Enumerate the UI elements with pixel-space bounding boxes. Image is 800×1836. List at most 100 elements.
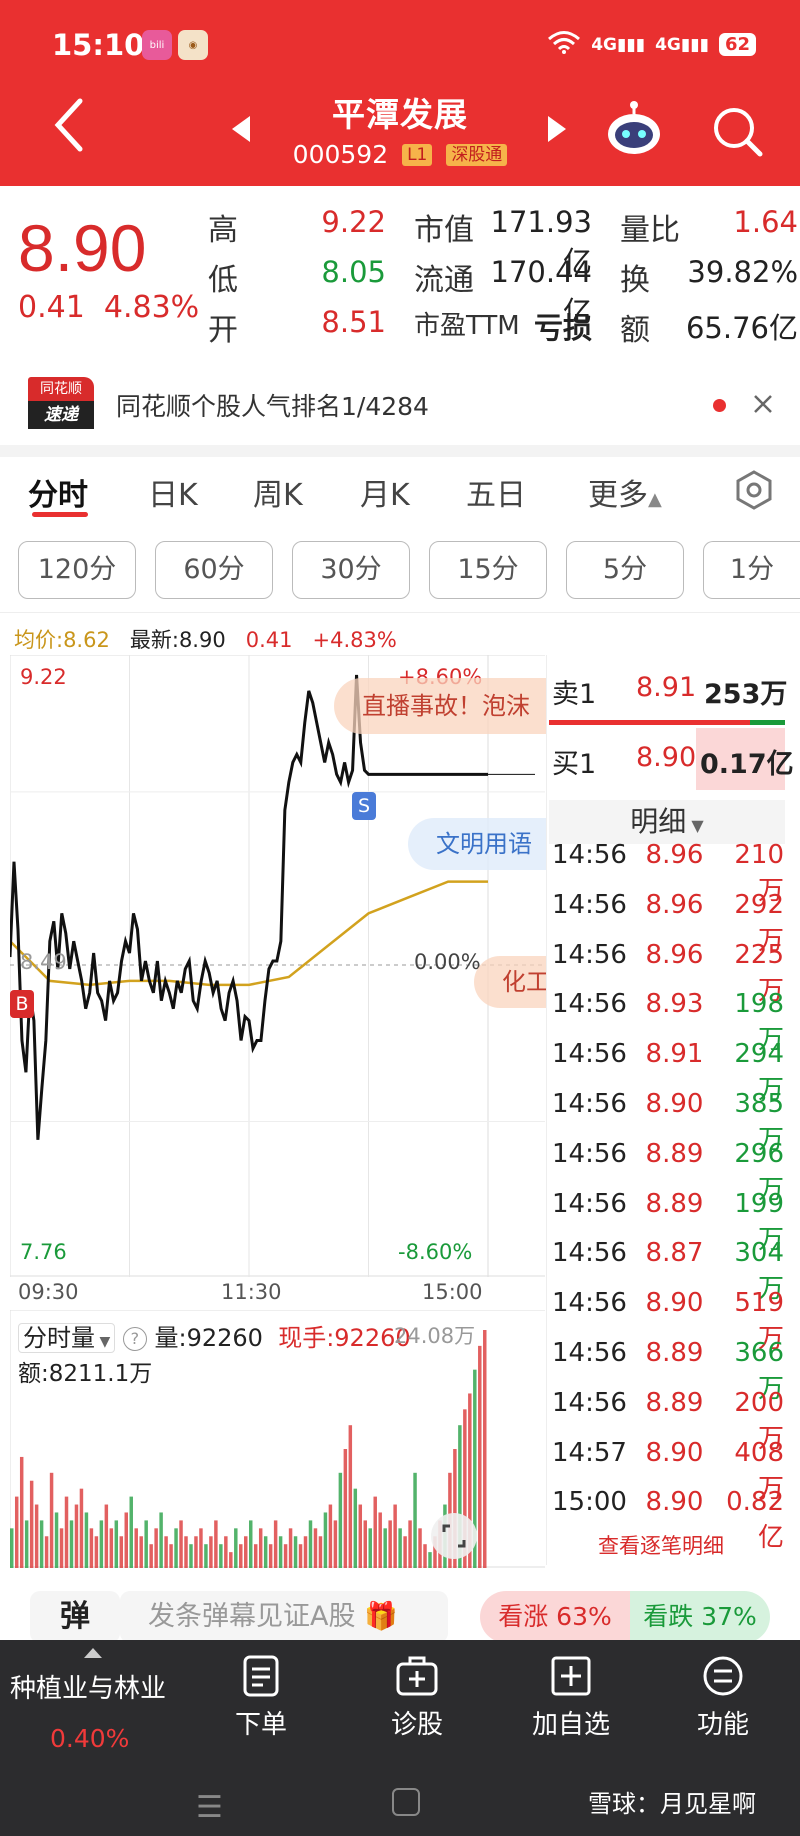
plus-square-icon xyxy=(551,1656,591,1696)
tab-intraday[interactable]: 分时 xyxy=(28,470,88,514)
menu-circle-icon xyxy=(703,1656,743,1696)
volume-bar xyxy=(303,1536,308,1568)
volume-bar xyxy=(318,1536,323,1568)
volume-bar xyxy=(478,1345,482,1568)
high-label: 高 xyxy=(208,213,238,248)
trade-time: 14:56 xyxy=(552,939,627,970)
home-icon[interactable] xyxy=(392,1788,420,1816)
trade-time: 14:56 xyxy=(552,1188,627,1219)
close-icon[interactable] xyxy=(752,393,774,415)
more-detail-link[interactable]: 查看逐笔明细 xyxy=(598,1530,724,1560)
sell1-label: 卖1 xyxy=(552,679,597,710)
nav-add-watchlist[interactable]: 加自选 xyxy=(524,1655,618,1741)
trade-time: 14:56 xyxy=(552,1288,627,1319)
danmaku-bubble[interactable]: 直播事故！泡沫 xyxy=(334,678,546,734)
volratio-value: 1.64 xyxy=(733,205,798,239)
volume-bar xyxy=(199,1528,203,1568)
amount-value: 65.76亿 xyxy=(685,311,798,345)
logo-bottom: 速递 xyxy=(28,401,94,429)
caret-up-icon: ▲ xyxy=(648,489,662,510)
tab-daily[interactable]: 日K xyxy=(148,470,198,514)
period-15[interactable]: 15分 xyxy=(429,541,547,599)
document-icon xyxy=(243,1655,279,1697)
buy1-price: 8.90 xyxy=(636,742,697,773)
buy1-label: 买1 xyxy=(552,749,597,780)
trade-volume: 294万 xyxy=(734,1039,784,1106)
volume-bar xyxy=(179,1520,183,1568)
pe-label: 市盈TTM xyxy=(414,311,520,341)
volume-bar xyxy=(114,1520,119,1568)
volume-bar xyxy=(124,1512,128,1568)
wifi-icon xyxy=(547,30,581,59)
tonghuashun-logo: 同花顺 速递 xyxy=(28,377,94,433)
signal-label: 4G xyxy=(591,34,617,55)
settings-hex-icon[interactable] xyxy=(734,470,774,510)
search-icon[interactable] xyxy=(710,104,764,158)
volume-bar xyxy=(343,1449,348,1568)
volume-bar xyxy=(59,1528,64,1568)
volume-bar xyxy=(119,1536,124,1568)
help-icon[interactable]: ? xyxy=(122,1327,147,1351)
sector-name[interactable]: 种植业与林业 xyxy=(10,1668,166,1705)
detail-dropdown[interactable]: 明细 ▼ xyxy=(549,800,785,844)
buy-marker[interactable]: B xyxy=(10,990,34,1018)
volume-bar xyxy=(104,1504,109,1568)
danmaku-toggle[interactable]: 弹 xyxy=(30,1591,120,1643)
trade-price: 8.89 xyxy=(645,1138,704,1169)
nav-functions[interactable]: 功能 xyxy=(686,1655,760,1741)
tab-fiveday[interactable]: 五日 xyxy=(466,470,526,514)
pct-mid-label: 0.00% xyxy=(414,950,481,974)
period-30[interactable]: 30分 xyxy=(292,541,410,599)
nav-diagnose[interactable]: 诊股 xyxy=(380,1655,454,1741)
tab-weekly[interactable]: 周K xyxy=(253,470,303,514)
volume-header: 分时量 ▼ ? 量:92260 现手:92260 xyxy=(18,1318,411,1353)
volume-title: 分时量 xyxy=(23,1324,95,1352)
popularity-banner[interactable]: 同花顺 速递 同花顺个股人气排名1/4284 xyxy=(0,365,800,445)
volume-bar xyxy=(84,1512,89,1568)
trade-price: 8.96 xyxy=(645,939,704,970)
period-60[interactable]: 60分 xyxy=(155,541,273,599)
volume-bar xyxy=(224,1536,228,1568)
robot-assistant-icon[interactable] xyxy=(604,100,664,156)
volume-selector[interactable]: 分时量 ▼ xyxy=(18,1323,116,1353)
trade-price: 8.96 xyxy=(645,889,704,920)
period-120[interactable]: 120分 xyxy=(18,541,136,599)
volume-bar xyxy=(169,1544,173,1568)
open-label: 开 xyxy=(208,313,238,348)
danmaku-bubble[interactable]: 化工 xyxy=(474,956,546,1008)
signal-label-2: 4G xyxy=(655,34,681,55)
volume-bar xyxy=(19,1456,24,1568)
volume-bar xyxy=(109,1528,114,1568)
volume-bar xyxy=(129,1496,133,1568)
time-mid-label: 11:30 xyxy=(221,1280,282,1304)
y-low-label: 7.76 xyxy=(20,1240,67,1264)
nav-order[interactable]: 下单 xyxy=(224,1655,298,1741)
logo-top: 同花顺 xyxy=(28,377,94,401)
period-1[interactable]: 1分 xyxy=(703,541,800,599)
tab-indicator xyxy=(32,512,88,517)
trade-volume: 210万 xyxy=(734,840,784,906)
period-5[interactable]: 5分 xyxy=(566,541,684,599)
tab-more[interactable]: 更多▲ xyxy=(588,470,662,514)
danmaku-icon-label: 弹 xyxy=(60,1599,90,1634)
volume-bar xyxy=(363,1520,367,1568)
danmaku-bar: 弹 发条弹幕见证A股 🎁 看涨 63% 看跌 37% xyxy=(0,1585,800,1645)
amount-line: 额:8211.1万 xyxy=(18,1361,153,1387)
tab-monthly[interactable]: 月K xyxy=(360,470,410,514)
volume-bar xyxy=(74,1504,79,1568)
avg-price: 均价:8.62 xyxy=(14,628,110,652)
fullscreen-icon[interactable] xyxy=(430,1512,478,1560)
menu-icon[interactable]: ☰ xyxy=(196,1790,223,1825)
danmaku-bubble[interactable]: 文明用语 xyxy=(408,818,546,870)
trade-volume: 385万 xyxy=(734,1089,784,1155)
bearish-button[interactable]: 看跌 37% xyxy=(630,1591,770,1643)
volume-max-label: 24.08万 xyxy=(394,1324,476,1348)
trade-row: 14:56 8.89 200万 xyxy=(552,1388,784,1454)
volume-bar xyxy=(244,1536,248,1568)
sell-marker[interactable]: S xyxy=(352,792,376,820)
float-label: 流通 xyxy=(414,263,474,298)
volume-bar xyxy=(323,1512,328,1568)
last-price: 8.90 xyxy=(18,211,147,285)
bullish-button[interactable]: 看涨 63% xyxy=(480,1591,630,1643)
danmaku-input[interactable]: 发条弹幕见证A股 🎁 xyxy=(120,1591,448,1643)
